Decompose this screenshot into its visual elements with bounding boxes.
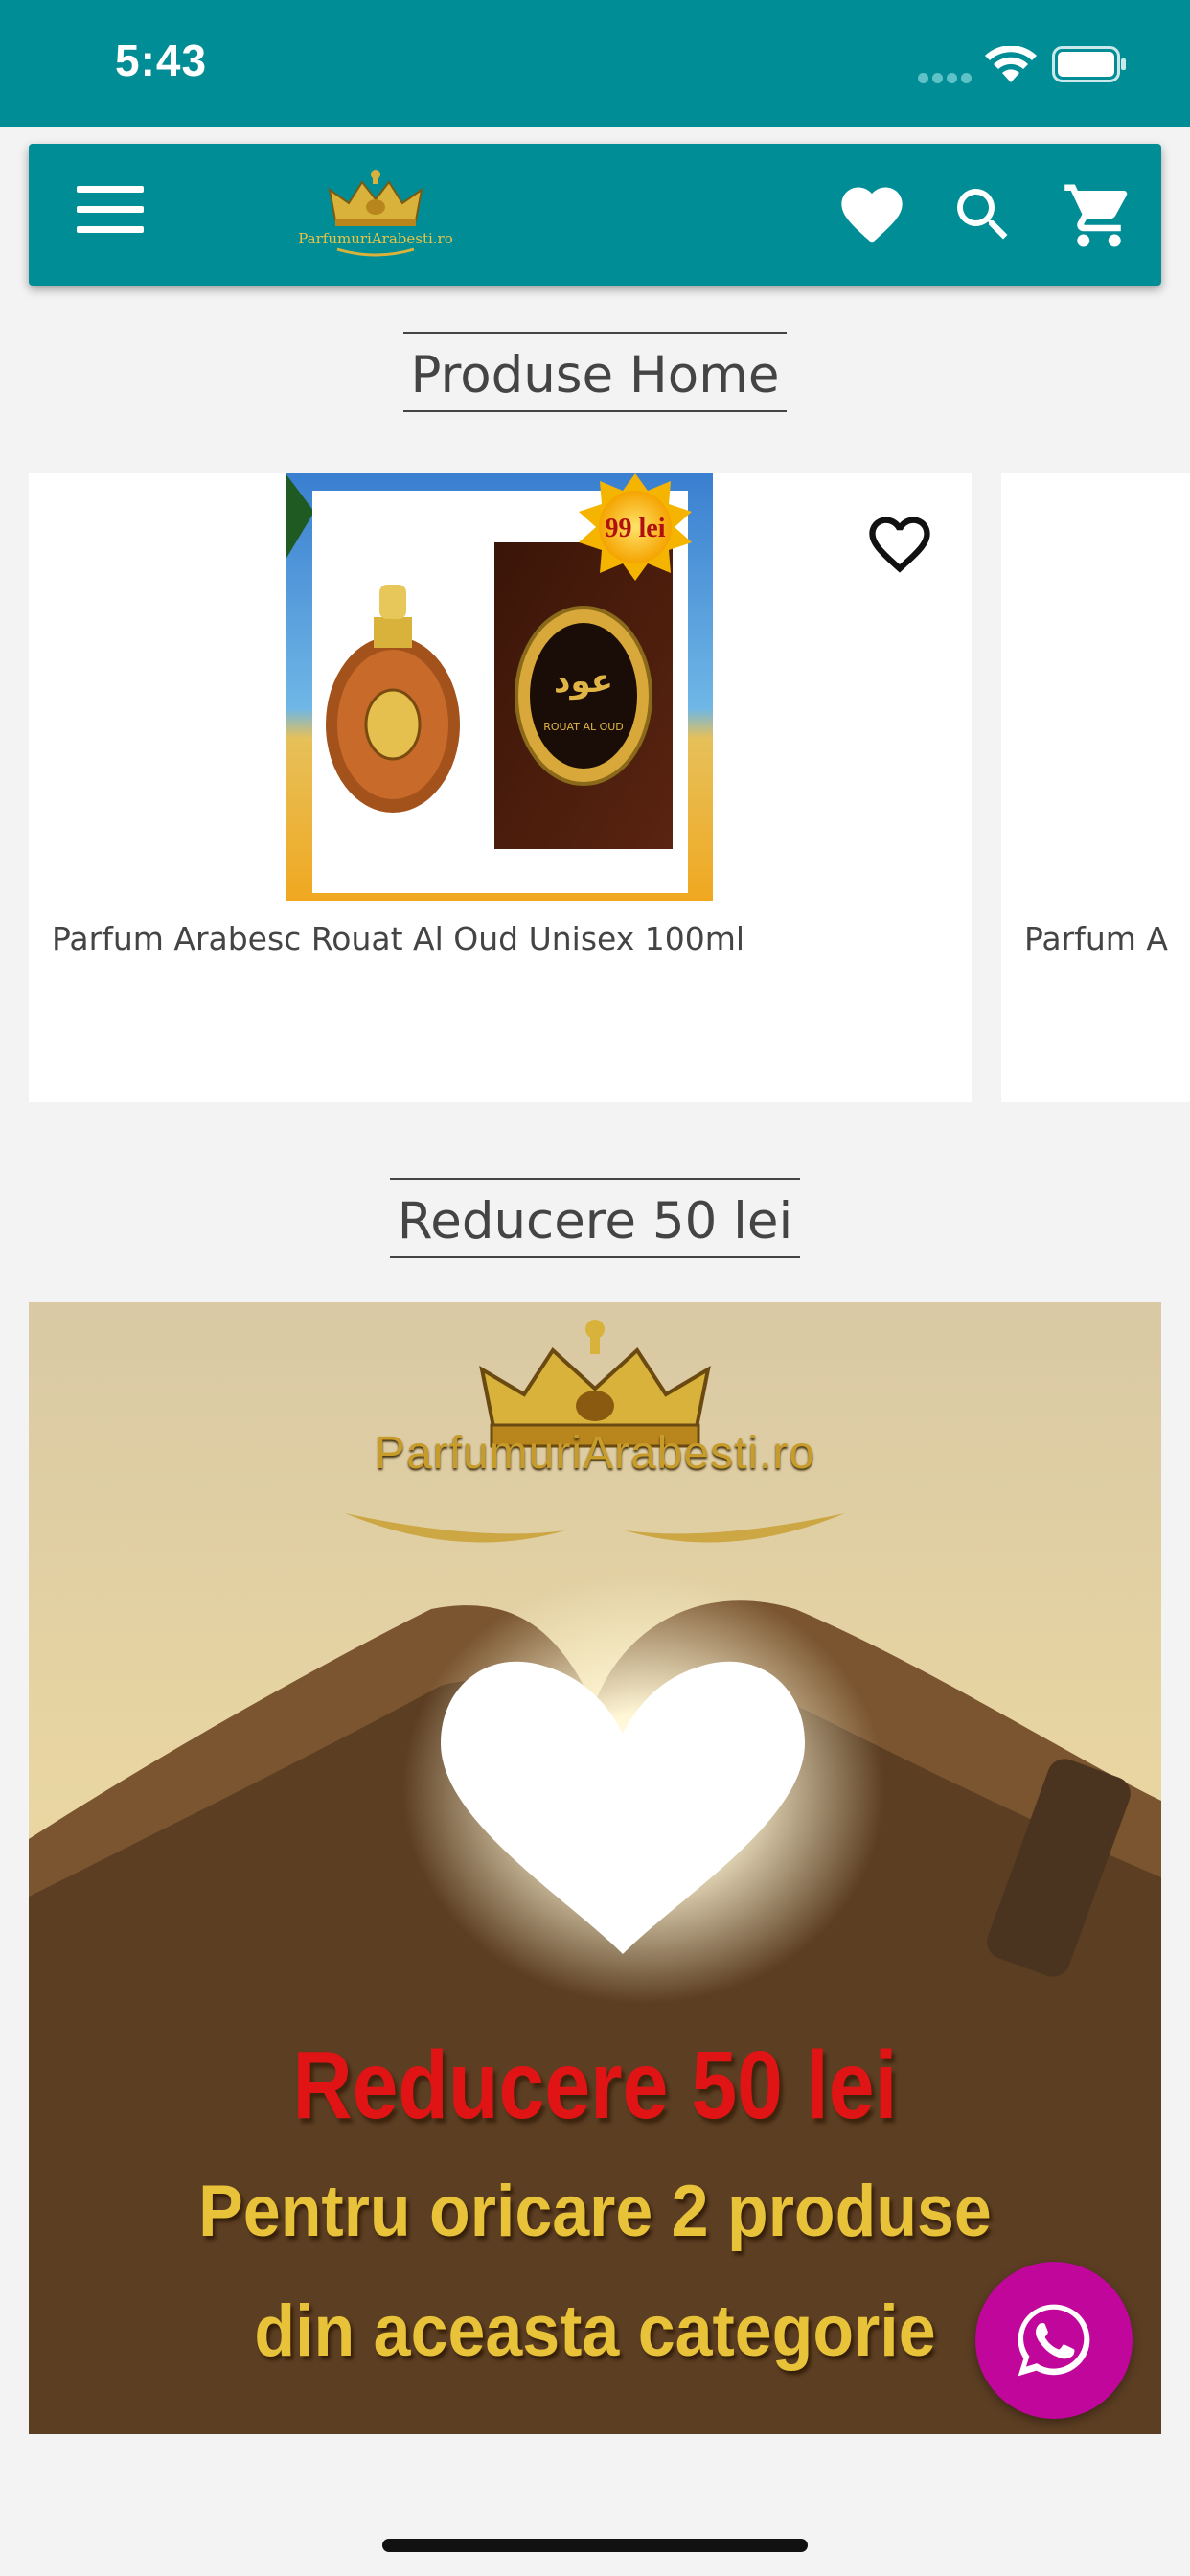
whatsapp-button[interactable] — [975, 2262, 1133, 2419]
section-title-text: Produse Home — [402, 332, 788, 412]
product-image[interactable]: عود ROUAT AL OUD 99 lei — [286, 473, 713, 901]
menu-icon[interactable] — [77, 186, 144, 243]
home-indicator — [382, 2539, 808, 2552]
app-bar: ParfumuriArabesti.ro — [29, 144, 1161, 286]
search-icon[interactable] — [949, 180, 1018, 249]
product-name[interactable]: Parfum Arabesc Rouat Al Oud Unisex 100ml — [52, 920, 744, 957]
section-title-promo: Reducere 50 lei — [0, 1178, 1190, 1258]
section-title-products: Produse Home — [0, 332, 1190, 412]
promo-brand: ParfumuriArabesti.ro — [374, 1428, 816, 1479]
section-title-text: Reducere 50 lei — [389, 1178, 801, 1258]
product-card[interactable]: Parfum A — [1001, 473, 1190, 1102]
promo-banner[interactable]: ParfumuriArabesti.ro Reducere 50 lei Pen… — [29, 1302, 1161, 2434]
signal-icon — [918, 69, 975, 87]
product-name[interactable]: Parfum A — [1024, 920, 1168, 957]
favorite-heart-icon[interactable] — [860, 508, 939, 581]
heart-icon[interactable] — [834, 178, 910, 251]
status-time: 5:43 — [115, 35, 208, 85]
promo-headline: Reducere 50 lei — [292, 2032, 898, 2139]
cart-icon[interactable] — [1060, 178, 1138, 253]
status-bar: 5:43 — [0, 0, 1190, 126]
promo-subline: Pentru oricare 2 produse — [198, 2171, 992, 2252]
wifi-icon — [985, 46, 1037, 82]
svg-text:ROUAT AL OUD: ROUAT AL OUD — [543, 721, 624, 733]
svg-text:ParfumuriArabesti.ro: ParfumuriArabesti.ro — [298, 230, 453, 247]
price-badge: 99 lei — [606, 514, 666, 543]
promo-subline: din aceasta categorie — [254, 2290, 936, 2372]
product-card[interactable]: عود ROUAT AL OUD 99 lei Parfum Arabesc R… — [29, 473, 972, 1102]
svg-text:عود: عود — [554, 662, 613, 701]
whatsapp-icon — [1018, 2304, 1090, 2377]
site-logo[interactable]: ParfumuriArabesti.ro — [280, 161, 471, 268]
battery-icon — [1052, 46, 1126, 82]
